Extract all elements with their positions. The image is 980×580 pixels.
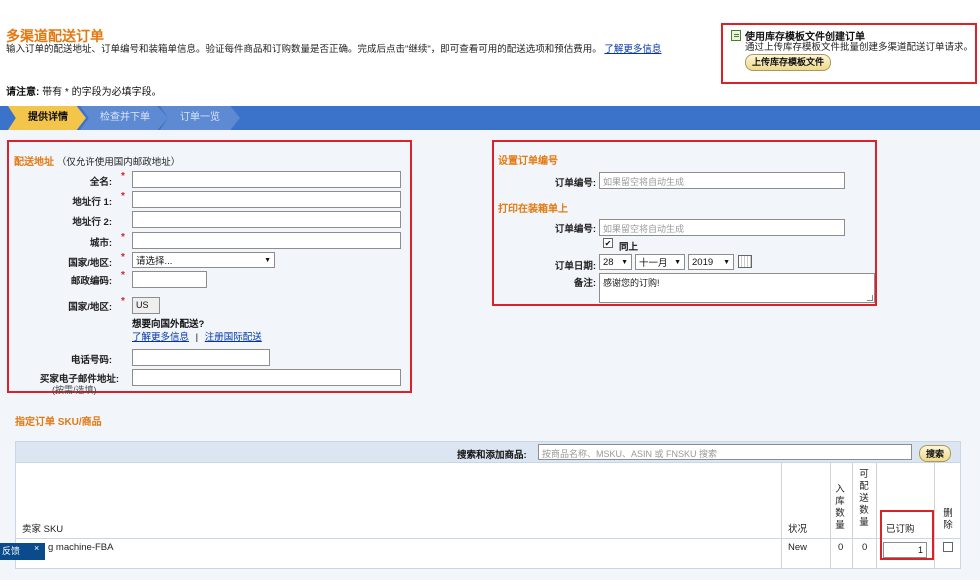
zip-input[interactable] [132, 271, 207, 288]
shipping-address-title: 配送地址 [14, 157, 54, 168]
template-upload-panel: 使用库存模板文件创建订单 通过上传库存模板文件批量创建多渠道配送订单请求。 上传… [721, 23, 977, 84]
order-month-select[interactable]: 十一月 ▼ [635, 254, 685, 270]
line1-required-mark: * [121, 191, 125, 202]
same-as-above-checkbox[interactable]: ✔ [603, 238, 613, 248]
intro-learn-more-link[interactable]: 了解更多信息 [604, 44, 661, 55]
status-header: 状况 [788, 524, 808, 535]
feedback-tab[interactable]: 反馈 × [0, 543, 45, 560]
learn-more-link[interactable]: 了解更多信息 [132, 332, 189, 343]
sku-table-header: 卖家 SKU 状况 入库数量 可配送数量 已订购 删除 [15, 463, 961, 539]
address-line2-input[interactable] [132, 211, 401, 228]
order-day-select[interactable]: 28 ▼ [599, 254, 632, 270]
order-id-input[interactable]: 如果留空将自动生成 [599, 172, 845, 189]
template-panel-text: 通过上传库存模板文件批量创建多渠道配送订单请求。 [745, 42, 974, 53]
row-seller-sku: g machine-FBA [48, 542, 114, 553]
required-note: 请注意: 带有 * 的字段为必填字段。 [6, 83, 162, 98]
email-hint: (按需/选填) [52, 385, 97, 395]
delete-row-checkbox[interactable] [943, 542, 953, 552]
country-required-mark: * [121, 296, 125, 307]
step-review-order: 检查并下单 [80, 106, 168, 130]
region-label: 国家/地区: [68, 258, 112, 269]
region-select-value: 请选择... [136, 256, 173, 267]
notes-textarea[interactable]: 感谢您的订购! [599, 273, 875, 303]
address-line1-label: 地址行 1: [72, 197, 112, 208]
document-icon [731, 30, 741, 41]
step-provide-details[interactable]: 提供详情 [8, 106, 86, 130]
register-intl-link[interactable]: 注册国际配送 [205, 332, 262, 343]
notes-label: 备注: [573, 278, 596, 289]
packing-order-id-input[interactable]: 如果留空将自动生成 [599, 219, 845, 236]
country-label: 国家/地区: [68, 302, 112, 313]
sku-section-title: 指定订单 SKU/商品 [15, 417, 102, 428]
phone-label: 电话号码: [70, 355, 112, 366]
seller-sku-header: 卖家 SKU [22, 524, 64, 535]
shipping-address-subtitle: （仅允许使用国内邮政地址） [56, 157, 181, 168]
link-separator: | [195, 332, 199, 343]
row-inbound-qty: 0 [838, 542, 844, 553]
notes-value: 感谢您的订购! [603, 278, 660, 288]
order-id-label: 订单编号: [554, 178, 596, 189]
row-status: New [788, 542, 808, 553]
note-text: 带有 * 的字段为必填字段。 [39, 87, 162, 98]
name-label: 全名: [89, 177, 112, 188]
shipping-address-header: 配送地址 （仅允许使用国内邮政地址） [14, 153, 180, 168]
chevron-down-icon: ▼ [264, 256, 271, 264]
chevron-down-icon: ▼ [621, 258, 628, 266]
print-packing-title: 打印在装箱单上 [498, 204, 568, 215]
country-field: US [132, 297, 160, 314]
phone-input[interactable] [132, 349, 270, 366]
intl-links: 了解更多信息 | 注册国际配送 [132, 329, 262, 343]
step-order-summary: 订单一览 [160, 106, 240, 130]
order-year-select[interactable]: 2019 ▼ [688, 254, 734, 270]
delete-header: 删除 [943, 508, 953, 531]
region-required-mark: * [121, 252, 125, 263]
packing-order-id-label: 订单编号: [554, 224, 596, 235]
calendar-icon[interactable] [738, 255, 752, 268]
zip-required-mark: * [121, 270, 125, 281]
upload-template-button[interactable]: 上传库存模板文件 [745, 54, 832, 71]
page-intro: 输入订单的配送地址、订单编号和装箱单信息。验证每件商品和订购数量是否正确。完成后… [6, 43, 718, 56]
order-year-value: 2019 [692, 256, 714, 268]
resize-handle-icon[interactable] [867, 295, 873, 301]
table-row: g machine-FBA New 0 0 1 [15, 539, 961, 569]
intro-text: 输入订单的配送地址、订单编号和装箱单信息。验证每件商品和订购数量是否正确。完成后… [6, 44, 602, 55]
feedback-label: 反馈 [2, 546, 21, 556]
note-label: 请注意: [6, 87, 40, 98]
same-as-above-label: 同上 [619, 242, 639, 253]
order-day-value: 28 [603, 256, 614, 268]
template-panel-desc: 通过上传库存模板文件批量创建多渠道配送订单请求。 上传库存模板文件 [745, 41, 975, 71]
name-required-mark: * [121, 171, 125, 182]
search-label: 搜索和添加商品: [457, 450, 527, 461]
chevron-down-icon: ▼ [674, 258, 681, 266]
zip-label: 邮政编码: [70, 276, 112, 287]
chevron-down-icon: ▼ [723, 258, 730, 266]
full-name-input[interactable] [132, 171, 401, 188]
product-search-input[interactable]: 按商品名称、MSKU、ASIN 或 FNSKU 搜索 [538, 444, 912, 460]
step-bar: 提供详情 检查并下单 订单一览 [0, 106, 980, 130]
city-required-mark: * [121, 232, 125, 243]
intl-shipping-question: 想要向国外配送? [132, 319, 205, 330]
region-select[interactable]: 请选择... ▼ [132, 252, 275, 268]
available-qty-header: 可配送数量 [859, 469, 869, 528]
ordered-qty-highlight [880, 510, 934, 560]
product-search-bar: 搜索和添加商品: 按商品名称、MSKU、ASIN 或 FNSKU 搜索 搜索 [15, 441, 961, 463]
close-icon[interactable]: × [34, 540, 39, 557]
inbound-qty-header: 入库数量 [835, 484, 845, 531]
search-button[interactable]: 搜索 [919, 445, 952, 462]
order-month-value: 十一月 [639, 258, 668, 269]
set-order-id-title: 设置订单编号 [498, 156, 558, 167]
address-line1-input[interactable] [132, 191, 401, 208]
address-line2-label: 地址行 2: [72, 217, 112, 228]
row-available-qty: 0 [862, 542, 868, 553]
city-label: 城市: [89, 238, 112, 249]
order-date-label: 订单日期: [554, 261, 596, 272]
city-input[interactable] [132, 232, 401, 249]
buyer-email-input[interactable] [132, 369, 401, 386]
